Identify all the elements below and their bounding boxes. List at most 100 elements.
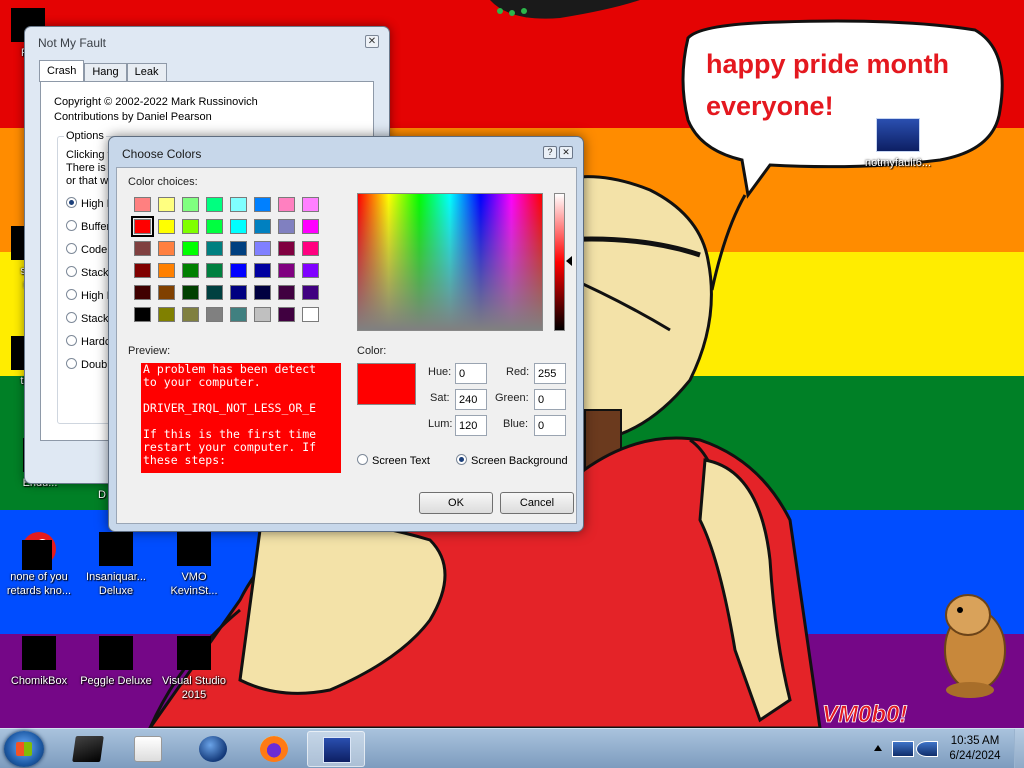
desktop-icon-label-line2: 2015 [181,689,207,701]
color-swatch[interactable] [230,263,247,278]
radio-label: Buffer [81,221,111,233]
close-button[interactable]: ✕ [559,146,573,159]
color-swatch[interactable] [182,197,199,212]
color-swatch[interactable] [206,263,223,278]
radio-buffer-overflow[interactable]: Buffer [66,220,110,236]
color-swatch[interactable] [206,285,223,300]
color-swatch[interactable] [254,285,271,300]
color-swatch[interactable] [206,219,223,234]
color-swatch[interactable] [302,219,319,234]
color-swatch[interactable] [302,197,319,212]
taskbar-button-notmyfault[interactable] [307,731,365,767]
color-swatch[interactable] [230,241,247,256]
taskbar-button-globe[interactable] [184,731,242,767]
sat-label: Sat: [430,392,450,404]
taskbar-button-firefox[interactable] [245,731,303,767]
desktop-icon-peggle-deluxe[interactable]: Peggle Deluxe [74,636,158,688]
color-swatch[interactable] [182,285,199,300]
color-swatch[interactable] [230,307,247,322]
color-swatch[interactable] [302,307,319,322]
color-swatch[interactable] [278,241,295,256]
color-swatch[interactable] [230,219,247,234]
color-swatch[interactable] [254,263,271,278]
hue-input[interactable] [455,363,487,384]
radio-screen-text[interactable]: Screen Text [357,454,430,470]
color-swatch[interactable] [254,241,271,256]
color-swatch[interactable] [134,263,151,278]
color-swatch[interactable] [302,285,319,300]
color-swatch[interactable] [182,219,199,234]
globe-icon [199,736,227,762]
color-swatch[interactable] [206,241,223,256]
desktop-icon-label: VMO [181,571,207,583]
blue-input[interactable] [534,415,566,436]
color-swatch[interactable] [254,197,271,212]
color-swatch[interactable] [254,307,271,322]
color-swatch[interactable] [158,241,175,256]
desktop-icon-notmyfault[interactable]: notmyfault6... [856,118,940,170]
color-swatch[interactable] [134,285,151,300]
color-swatch[interactable] [134,307,151,322]
color-swatch[interactable] [158,307,175,322]
desktop-icon-insaniquarium[interactable]: Insaniquar... Deluxe [74,532,158,598]
tab-crash[interactable]: Crash [39,60,85,82]
luminance-slider-arrow-icon[interactable] [566,256,572,266]
radio-label: Screen Text [372,455,430,467]
red-input[interactable] [534,363,566,384]
color-swatch[interactable] [158,219,175,234]
desktop-icon-none-of-you[interactable]: none of you retards kno... [0,532,81,598]
color-swatch[interactable] [302,263,319,278]
green-input[interactable] [534,389,566,410]
taskbar: 10:35 AM 6/24/2024 [0,728,1024,768]
tab-leak[interactable]: Leak [126,63,167,82]
color-swatch[interactable] [278,307,295,322]
sat-input[interactable] [455,389,487,410]
desktop-icon-label: Peggle Deluxe [80,675,152,687]
show-hidden-icons-chevron-icon[interactable] [874,745,882,751]
taskbar-button-explorer[interactable] [59,731,117,767]
radio-dot [66,197,77,208]
ok-button[interactable]: OK [419,492,493,514]
desktop-icon-vmo[interactable]: VMO KevinSt... [152,532,236,598]
radio-stack-overflow[interactable]: Stack [66,312,109,328]
color-swatch[interactable] [230,197,247,212]
start-button[interactable] [4,731,44,767]
color-swatch[interactable] [134,241,151,256]
radio-label: Stack [81,267,109,279]
show-desktop-button[interactable] [1014,729,1024,768]
volume-icon[interactable] [916,741,938,757]
cancel-button[interactable]: Cancel [500,492,574,514]
network-icon[interactable] [892,741,914,757]
color-swatch[interactable] [278,263,295,278]
color-swatch[interactable] [182,241,199,256]
help-button[interactable]: ? [543,146,557,159]
radio-stack-trash[interactable]: Stack [66,266,109,282]
radio-screen-background[interactable]: Screen Background [456,454,568,470]
color-swatch[interactable] [134,197,151,212]
desktop-icon-visual-studio[interactable]: Visual Studio 2015 [152,636,236,702]
taskbar-button-media-player[interactable] [119,731,177,767]
color-swatch[interactable] [278,219,295,234]
color-swatch[interactable] [278,197,295,212]
color-swatch[interactable] [158,263,175,278]
color-swatch[interactable] [278,285,295,300]
speech-bubble-line-1: happy pride month [706,49,949,79]
color-swatch[interactable] [230,285,247,300]
close-button[interactable]: ✕ [365,35,379,48]
tab-hang[interactable]: Hang [84,63,127,82]
color-spectrum-picker[interactable] [357,193,543,331]
color-swatch[interactable] [158,197,175,212]
color-swatch[interactable] [182,307,199,322]
color-swatch[interactable] [254,219,271,234]
color-swatch[interactable] [206,197,223,212]
color-swatch[interactable] [131,216,154,237]
color-swatch[interactable] [158,285,175,300]
visual-studio-icon [177,532,211,566]
color-swatch[interactable] [182,263,199,278]
clock[interactable]: 10:35 AM 6/24/2024 [940,734,1010,764]
desktop-icon-chomikbox[interactable]: ChomikBox [0,636,81,688]
luminance-slider[interactable] [554,193,565,331]
color-swatch[interactable] [302,241,319,256]
color-swatch[interactable] [206,307,223,322]
lum-input[interactable] [455,415,487,436]
